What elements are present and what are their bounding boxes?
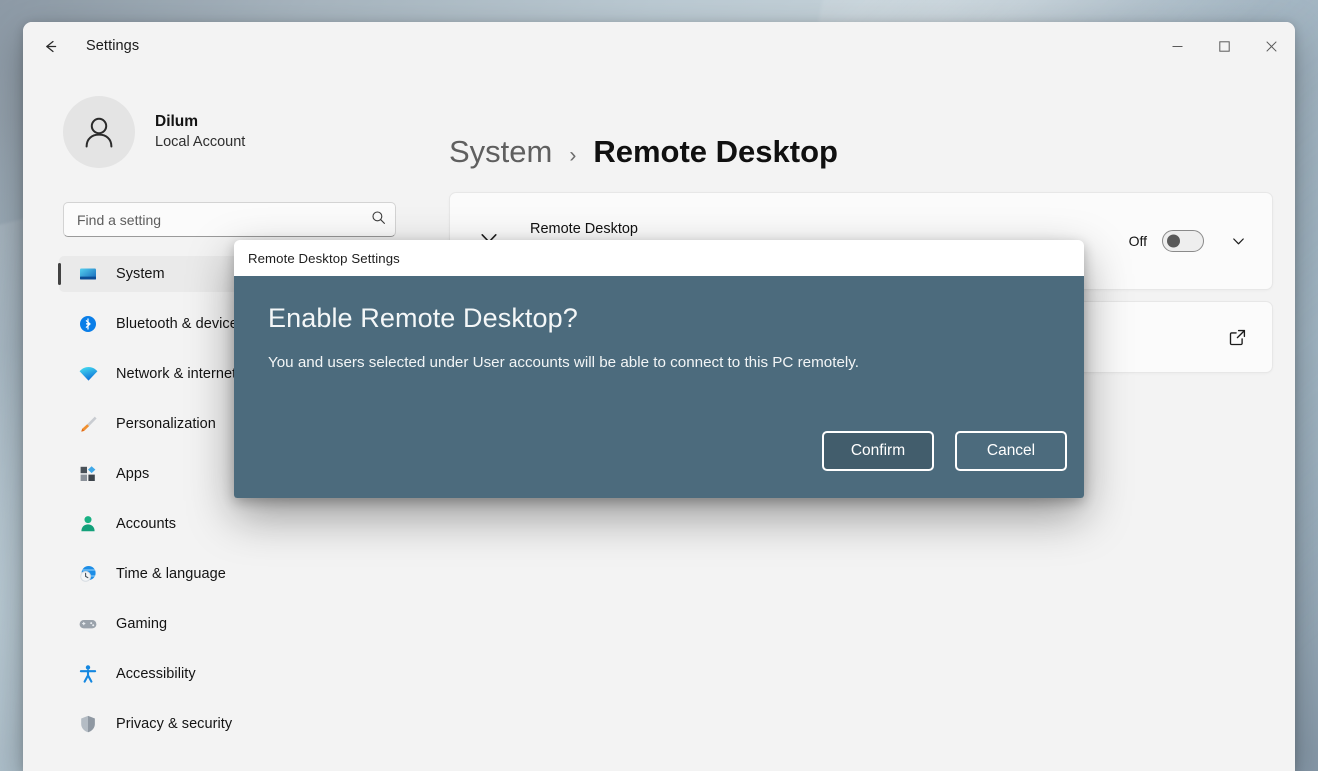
remote-desktop-toggle[interactable] bbox=[1162, 230, 1204, 252]
enable-remote-desktop-dialog: Remote Desktop Settings Enable Remote De… bbox=[234, 240, 1084, 498]
account-type: Local Account bbox=[155, 133, 245, 153]
sidebar-item-label: Accessibility bbox=[116, 666, 196, 682]
external-link-icon bbox=[1222, 322, 1252, 352]
breadcrumb: System › Remote Desktop bbox=[449, 134, 1295, 170]
dialog-heading: Enable Remote Desktop? bbox=[268, 302, 1052, 334]
remote-desktop-title: Remote Desktop bbox=[530, 219, 1000, 241]
sidebar-item-privacy-security[interactable]: Privacy & security bbox=[59, 706, 423, 742]
sidebar-item-label: Apps bbox=[116, 466, 149, 482]
chevron-down-icon bbox=[1231, 234, 1246, 249]
minimize-icon bbox=[1172, 41, 1183, 52]
window-controls bbox=[1154, 22, 1295, 70]
sidebar-item-label: System bbox=[116, 266, 165, 282]
search-box[interactable] bbox=[63, 202, 396, 237]
sidebar-item-label: Bluetooth & devices bbox=[116, 316, 245, 332]
maximize-button[interactable] bbox=[1201, 22, 1248, 70]
accessibility-icon bbox=[77, 663, 99, 685]
sidebar-item-label: Time & language bbox=[116, 566, 226, 582]
dialog-body: Enable Remote Desktop? You and users sel… bbox=[234, 276, 1084, 498]
dialog-title: Remote Desktop Settings bbox=[248, 251, 400, 266]
back-button[interactable] bbox=[34, 30, 66, 62]
search-input[interactable] bbox=[63, 202, 396, 237]
close-button[interactable] bbox=[1248, 22, 1295, 70]
breadcrumb-separator-icon: › bbox=[569, 144, 576, 168]
breadcrumb-parent[interactable]: System bbox=[449, 134, 552, 170]
sidebar-item-accessibility[interactable]: Accessibility bbox=[59, 656, 423, 692]
window-title-bar: Settings bbox=[23, 22, 1295, 70]
expand-button[interactable] bbox=[1222, 225, 1254, 257]
account-name: Dilum bbox=[155, 112, 245, 133]
cancel-button[interactable]: Cancel bbox=[955, 431, 1067, 471]
sidebar-item-label: Accounts bbox=[116, 516, 176, 532]
minimize-button[interactable] bbox=[1154, 22, 1201, 70]
sidebar-item-accounts[interactable]: Accounts bbox=[59, 506, 423, 542]
account-text: Dilum Local Account bbox=[155, 112, 245, 152]
sidebar-item-label: Gaming bbox=[116, 616, 167, 632]
sidebar-item-label: Privacy & security bbox=[116, 716, 232, 732]
dialog-button-row: Confirm Cancel bbox=[822, 431, 1067, 471]
account-block[interactable]: Dilum Local Account bbox=[63, 96, 428, 168]
dialog-message: You and users selected under User accoun… bbox=[268, 352, 1052, 373]
gamepad-icon bbox=[77, 613, 99, 635]
toggle-state-label: Off bbox=[1129, 233, 1147, 249]
maximize-icon bbox=[1219, 41, 1230, 52]
wifi-icon bbox=[77, 363, 99, 385]
monitor-icon bbox=[77, 263, 99, 285]
accounts-person-icon bbox=[77, 513, 99, 535]
avatar bbox=[63, 96, 135, 168]
back-arrow-icon bbox=[41, 37, 60, 56]
sidebar-item-gaming[interactable]: Gaming bbox=[59, 606, 423, 642]
apps-grid-icon bbox=[77, 463, 99, 485]
sidebar-item-label: Network & internet bbox=[116, 366, 236, 382]
close-icon bbox=[1266, 41, 1277, 52]
app-title: Settings bbox=[86, 38, 139, 54]
paintbrush-icon bbox=[77, 413, 99, 435]
remote-desktop-controls: Off bbox=[1129, 225, 1254, 257]
toggle-knob bbox=[1167, 235, 1180, 248]
sidebar-item-label: Personalization bbox=[116, 416, 216, 432]
confirm-button[interactable]: Confirm bbox=[822, 431, 934, 471]
dialog-title-bar: Remote Desktop Settings bbox=[234, 240, 1084, 276]
page-title: Remote Desktop bbox=[593, 134, 838, 170]
bluetooth-icon bbox=[77, 313, 99, 335]
desktop-wallpaper: Settings bbox=[0, 0, 1318, 771]
sidebar-item-time-language[interactable]: Time & language bbox=[59, 556, 423, 592]
clock-globe-icon bbox=[77, 563, 99, 585]
person-avatar-icon bbox=[79, 112, 119, 152]
shield-icon bbox=[77, 713, 99, 735]
